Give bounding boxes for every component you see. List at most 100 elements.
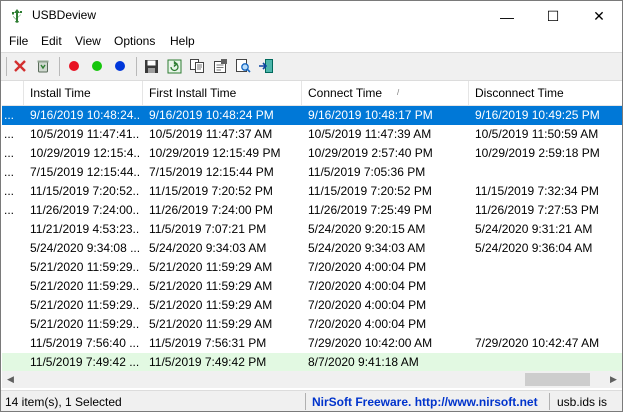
cell-install: 10/5/2019 11:47:41... xyxy=(30,127,140,141)
cell-first: 5/21/2020 11:59:29 AM xyxy=(149,279,273,293)
scroll-left-arrow[interactable]: ◀ xyxy=(2,371,19,388)
cell-disconnect: 7/29/2020 10:42:47 AM xyxy=(475,336,600,350)
cell-install: 11/5/2019 7:56:40 ... xyxy=(30,336,140,350)
status-separator xyxy=(549,393,550,410)
cell-first: 5/21/2020 11:59:29 AM xyxy=(149,260,273,274)
device-list[interactable]: Install Time First Install Time Connect … xyxy=(2,81,622,372)
toolbar xyxy=(1,52,622,81)
usb-app-icon xyxy=(9,8,25,24)
cell-install: 11/5/2019 7:49:42 ... xyxy=(30,355,140,369)
red-dot-icon[interactable] xyxy=(65,57,83,75)
cell-disconnect: 11/15/2019 7:32:34 PM xyxy=(475,184,599,198)
blue-dot-icon[interactable] xyxy=(111,57,129,75)
find-icon[interactable] xyxy=(234,57,252,75)
table-row[interactable]: 5/24/2020 9:34:08 ... 5/24/2020 9:34:03 A… xyxy=(2,239,622,258)
cell-install: 5/21/2020 11:59:29... xyxy=(30,279,140,293)
table-row[interactable]: 5/21/2020 11:59:29... 5/21/2020 11:59:29 … xyxy=(2,277,622,296)
cell-connect: 7/20/2020 4:00:04 PM xyxy=(308,279,427,293)
cell-install: 7/15/2019 12:15:44... xyxy=(30,165,140,179)
cell-first: 11/5/2019 7:49:42 PM xyxy=(149,355,267,369)
copy-icon[interactable] xyxy=(188,57,206,75)
status-bar: 14 item(s), 1 Selected NirSoft Freeware.… xyxy=(1,390,622,411)
menu-options[interactable]: Options xyxy=(114,34,155,48)
cell-install: 5/21/2020 11:59:29... xyxy=(30,317,140,331)
column-header-install-time[interactable]: Install Time xyxy=(24,81,143,105)
table-row[interactable]: ... 9/16/2019 10:48:24... 9/16/2019 10:48:… xyxy=(2,106,622,125)
title-bar: USBDeview — ☐ ✕ xyxy=(1,1,622,32)
nirsoft-link[interactable]: NirSoft Freeware. http://www.nirsoft.net xyxy=(312,395,538,409)
table-row[interactable]: 5/21/2020 11:59:29... 5/21/2020 11:59:29 … xyxy=(2,315,622,334)
recycle-icon[interactable] xyxy=(34,57,52,75)
toolbar-separator xyxy=(136,57,137,76)
cell-connect: 11/26/2019 7:25:49 PM xyxy=(308,203,432,217)
table-row[interactable]: ... 10/29/2019 12:15:4... 10/29/2019 12:15… xyxy=(2,144,622,163)
cell-connect: 7/20/2020 4:00:04 PM xyxy=(308,298,427,312)
cell-first: 11/5/2019 7:07:21 PM xyxy=(149,222,267,236)
cell-connect: 10/5/2019 11:47:39 AM xyxy=(308,127,432,141)
usbdeview-window: USBDeview — ☐ ✕ File Edit View Options H… xyxy=(0,0,623,412)
cell-first: 10/29/2019 12:15:49 PM xyxy=(149,146,281,160)
cell-first: 11/26/2019 7:24:00 PM xyxy=(149,203,273,217)
properties-icon[interactable] xyxy=(211,57,229,75)
table-row[interactable]: 5/21/2020 11:59:29... 5/21/2020 11:59:29 … xyxy=(2,258,622,277)
status-separator xyxy=(305,393,306,410)
cell-first: 11/5/2019 7:56:31 PM xyxy=(149,336,267,350)
cell-connect: 11/5/2019 7:05:36 PM xyxy=(308,165,426,179)
cell-install: 11/26/2019 7:24:00... xyxy=(30,203,140,217)
cell-connect: 7/20/2020 4:00:04 PM xyxy=(308,260,427,274)
maximize-button[interactable]: ☐ xyxy=(530,1,576,32)
table-row[interactable]: 5/21/2020 11:59:29... 5/21/2020 11:59:29 … xyxy=(2,296,622,315)
minimize-button[interactable]: — xyxy=(484,1,530,32)
cell-install: 11/21/2019 4:53:23... xyxy=(30,222,140,236)
cell-connect: 5/24/2020 9:34:03 AM xyxy=(308,241,426,255)
cell-first: 7/15/2019 12:15:44 PM xyxy=(149,165,274,179)
cell-lead: ... xyxy=(4,203,15,217)
close-button[interactable]: ✕ xyxy=(576,1,622,32)
menu-file[interactable]: File xyxy=(9,34,28,48)
cell-lead: ... xyxy=(4,184,15,198)
cell-install: 5/21/2020 11:59:29... xyxy=(30,260,140,274)
scroll-thumb[interactable] xyxy=(525,373,590,386)
menu-view[interactable]: View xyxy=(75,34,101,48)
cell-disconnect: 9/16/2019 10:49:25 PM xyxy=(475,108,600,122)
table-row[interactable]: 11/21/2019 4:53:23... 11/5/2019 7:07:21 P… xyxy=(2,220,622,239)
table-row[interactable]: 11/5/2019 7:56:40 ... 11/5/2019 7:56:31 P… xyxy=(2,334,622,353)
cell-disconnect: 10/5/2019 11:50:59 AM xyxy=(475,127,599,141)
cell-disconnect: 10/29/2019 2:59:18 PM xyxy=(475,146,600,160)
cell-install: 11/15/2019 7:20:52... xyxy=(30,184,140,198)
cell-disconnect: 11/26/2019 7:27:53 PM xyxy=(475,203,599,217)
table-row[interactable]: ... 7/15/2019 12:15:44... 7/15/2019 12:15:… xyxy=(2,163,622,182)
table-row[interactable]: ... 11/26/2019 7:24:00... 11/26/2019 7:24:… xyxy=(2,201,622,220)
table-row[interactable]: ... 10/5/2019 11:47:41... 10/5/2019 11:47:… xyxy=(2,125,622,144)
column-header-first[interactable] xyxy=(2,81,24,105)
column-header-connect-time[interactable]: Connect Time xyxy=(302,81,469,105)
save-icon[interactable] xyxy=(142,57,160,75)
horizontal-scrollbar[interactable]: ◀ ▶ xyxy=(2,371,622,388)
menu-bar: File Edit View Options Help xyxy=(1,32,622,52)
column-header-disconnect-time[interactable]: Disconnect Time xyxy=(469,81,622,105)
column-header-first-install-time[interactable]: First Install Time xyxy=(143,81,302,105)
table-row[interactable]: ... 11/15/2019 7:20:52... 11/15/2019 7:20:… xyxy=(2,182,622,201)
cell-connect: 9/16/2019 10:48:17 PM xyxy=(308,108,433,122)
cell-lead: ... xyxy=(4,146,15,160)
refresh-icon[interactable] xyxy=(165,57,183,75)
cell-first: 11/15/2019 7:20:52 PM xyxy=(149,184,273,198)
status-item-count: 14 item(s), 1 Selected xyxy=(5,395,122,409)
cell-lead: ... xyxy=(4,165,15,179)
cell-connect: 11/15/2019 7:20:52 PM xyxy=(308,184,432,198)
table-row[interactable]: 11/5/2019 7:49:42 ... 11/5/2019 7:49:42 P… xyxy=(2,353,622,372)
scroll-right-arrow[interactable]: ▶ xyxy=(605,371,622,388)
cell-install: 9/16/2019 10:48:24... xyxy=(30,108,140,122)
cell-install: 10/29/2019 12:15:4... xyxy=(30,146,140,160)
toolbar-separator xyxy=(59,57,60,76)
cell-install: 5/21/2020 11:59:29... xyxy=(30,298,140,312)
delete-icon[interactable] xyxy=(11,57,29,75)
window-title: USBDeview xyxy=(32,8,97,22)
exit-icon[interactable] xyxy=(257,57,275,75)
list-header: Install Time First Install Time Connect … xyxy=(2,81,622,106)
menu-help[interactable]: Help xyxy=(170,34,195,48)
cell-disconnect: 5/24/2020 9:31:21 AM xyxy=(475,222,593,236)
toolbar-separator xyxy=(6,57,7,76)
menu-edit[interactable]: Edit xyxy=(41,34,62,48)
green-dot-icon[interactable] xyxy=(88,57,106,75)
